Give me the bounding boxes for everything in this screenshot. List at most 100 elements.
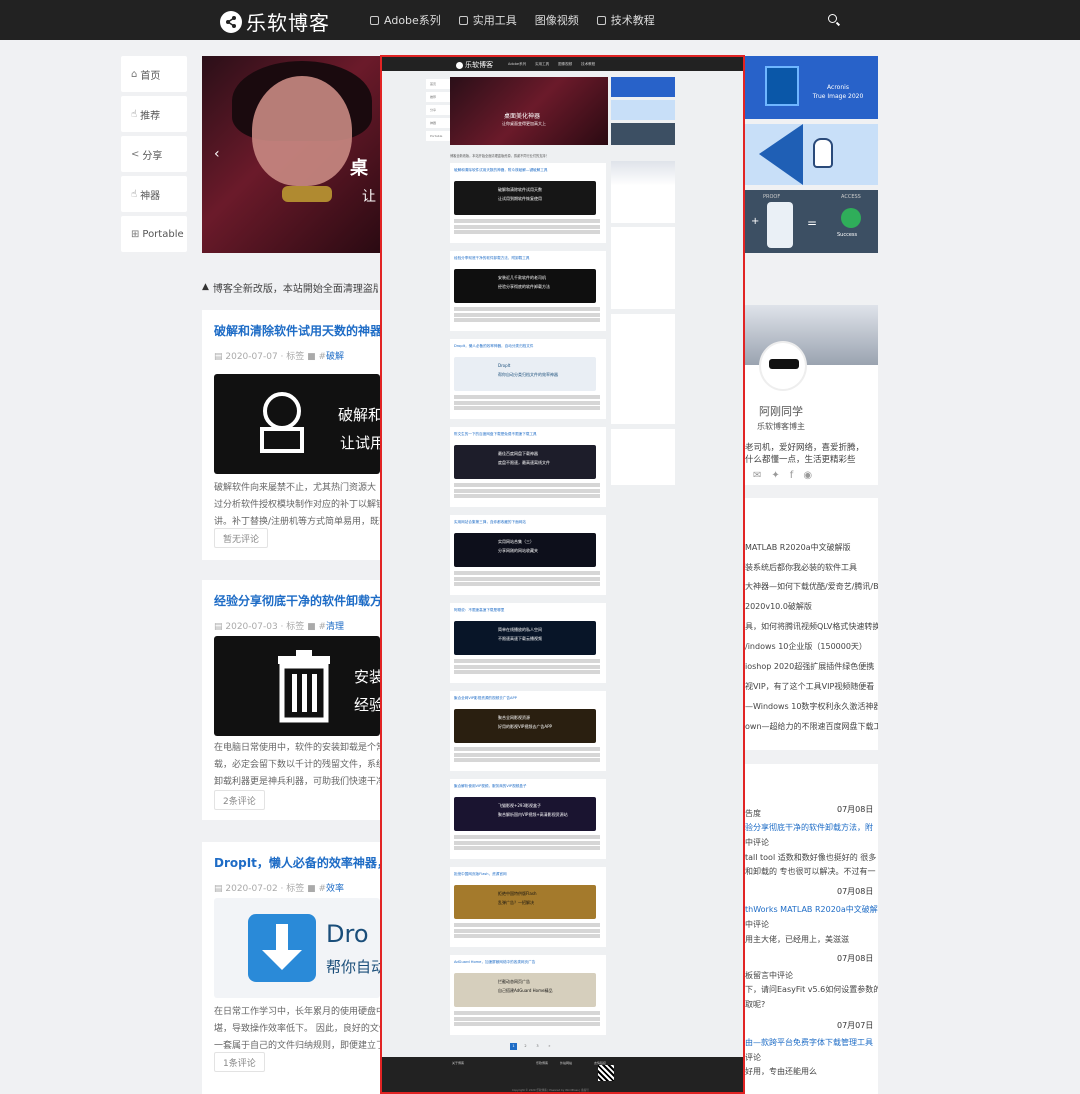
inset-profile-card [611,161,675,223]
inset-post-title: 聚合全网VIP影视资源的视频去广告APP [454,696,517,700]
post-thumbnail[interactable]: Dro 帮你自动 [214,898,380,998]
inset-promo [611,77,675,97]
comment-text: 板留言中评论 [745,971,793,980]
inset-nav-item: 技术教程 [581,62,596,66]
hero-slider[interactable]: ‹ 桌 让 [202,56,380,253]
post-thumb-caption: 破解和 [338,406,380,424]
post-thumbnail[interactable]: 安装 经验 [214,636,380,736]
post-date: 2020-07-02 [225,884,278,894]
highlighted-full-page-preview: 乐软博客 Adobe系列 实用工具 图像视频 技术教程 首页 推荐 分享 神器 … [380,55,745,1094]
inset-footer-heading: 关于博客 [452,1061,465,1065]
promo-title: Acronis [827,84,849,91]
comment-post-link[interactable]: 验分享彻底干净的软件卸载方法，附 [745,822,873,833]
inset-thumb-caption: 自己搭建AdGuard Home精品 [498,988,553,993]
inset-promo [611,123,675,145]
hand-pointer-icon [813,138,833,168]
inset-page-button: » [548,1044,551,1048]
inset-thumb-caption: 度盘不限速，最高速离线文件 [498,460,550,465]
adobe-icon [370,15,379,25]
nav-item-tools[interactable]: 实用工具 [458,12,517,28]
twitter-icon[interactable]: ✦ [771,470,779,481]
post-comment-count[interactable]: 2条评论 [214,790,265,810]
bell-icon: ▲ [202,282,209,292]
inset-pagination: 1 2 3 » [510,1043,553,1050]
list-item[interactable]: 具，如何将腾讯视频QLV格式快速转换 [745,621,878,632]
comment-post-link[interactable]: 由—款跨平台免费字体下载管理工具 [745,1037,873,1048]
list-item[interactable]: —Windows 10数字权利永久激活神器 [745,701,878,712]
inset-nav: Adobe系列 实用工具 图像视频 技术教程 [508,62,595,67]
promo-acronis[interactable]: Acronis True Image 2020 [745,56,878,119]
search-icon[interactable] [828,14,837,23]
menu-item-recommend[interactable]: ☝ 推荐 [121,96,187,132]
list-item[interactable]: MATLAB R2020a中文破解版 [745,542,851,553]
post-title[interactable]: DropIt，懒人必备的效率神器，自 [214,854,380,871]
post-comment-count[interactable]: 1条评论 [214,1052,265,1072]
site-logo[interactable]: 乐软博客 [220,7,330,36]
list-item[interactable]: 视VIP，有了这个工具VIP视频随便看 [745,681,874,692]
inset-post-thumb: 实用网站合集（三） 分享网刚的网站收藏夹 [454,533,596,567]
list-item[interactable]: 装系统后都你我必装的软件工具 [745,562,857,573]
profile-name: 阿刚同学 [759,405,803,418]
comment-date: 07月08日 [837,805,874,814]
post-date: 2020-07-03 [225,622,278,632]
inset-logo: 乐软博客 [456,60,493,70]
inset-menu-item: Portable [426,131,450,141]
nav-label: 图像视频 [534,14,579,27]
post-thumbnail[interactable]: 破解和 让试用 [214,374,380,474]
menu-item-tools[interactable]: ☝ 神器 [121,176,187,212]
post-tag[interactable]: 破解 [326,352,344,362]
inset-thumb-caption: 让试用到期软件恢复使用 [498,196,542,201]
facebook-icon[interactable]: f [790,470,794,481]
excerpt-line: 载，必定会留下数以千计的残留文件，系统 [214,760,380,770]
email-icon[interactable]: ✉ [753,470,761,481]
post-comment-count[interactable]: 暂无评论 [214,528,269,548]
slider-prev-icon[interactable]: ‹ [214,146,220,162]
promo-proof-access[interactable]: PROOF ACCESS + = Success [745,190,878,253]
menu-item-portable[interactable]: ⊞ Portable [121,216,187,252]
nav-item-tutorial[interactable]: 技术教程 [596,12,655,28]
post-date: 2020-07-07 [225,352,278,362]
comment-post-link[interactable]: thWorks MATLAB R2020a中文破解 [745,904,878,915]
post-title[interactable]: 经验分享彻底干净的软件卸载方法 [214,592,380,609]
avatar[interactable] [759,341,807,391]
list-item[interactable]: 2020v10.0破解版 [745,601,812,612]
nav-item-adobe[interactable]: Adobe系列 [370,12,441,28]
hero-subtitle: 让 [362,189,376,205]
list-item[interactable]: own—超给力的不限速百度网盘下载工具 [745,721,878,732]
promo-touch[interactable] [745,124,878,185]
post-title[interactable]: 破解和清除软件试用天数的神器， [214,322,380,339]
inset-promo [611,100,675,120]
inset-post: 陈文生的一下的百度网盘下载是免费不限速下载工具 最佳百度网盘下载神器 度盘不限速，… [450,427,606,507]
post-thumb-caption: Dro [326,920,369,948]
rss-icon[interactable]: ◉ [803,470,812,481]
comment-text: 和卸载的 专也很可以解决。不过有一 [745,867,876,876]
inset-footer-heading: 外站网站 [560,1061,573,1065]
inset-thumb-caption: 乱弹广告？一招解决 [498,900,534,905]
inset-tags-card [611,429,675,485]
list-item[interactable]: /indows 10企业版（150000天） [745,641,867,652]
left-menu: ⌂ 首页 ☝ 推荐 < 分享 ☝ 神器 ⊞ Portable [121,56,187,256]
inset-post-thumb: 飞猫影视+293影视盒子 聚合解析国内VIP视频+高清影视资源站 [454,797,596,831]
inset-thumb-caption: 简单在线播放的私人空间 [498,627,542,632]
nav-item-video[interactable]: 图像视频 [535,12,579,28]
list-item[interactable]: 大神器—如何下载优酷/爱奇艺/腾讯/B [745,581,878,592]
excerpt-line: 在电脑日常使用中，软件的安装卸载是个常 [214,743,380,753]
menu-item-share[interactable]: < 分享 [121,136,187,172]
post-tag[interactable]: 效率 [326,884,344,894]
inset-post: 阿刚说：不限速高速下载是哪里 简单在线播放的私人空间 不限速高速下载云播视频 [450,603,606,683]
comment-text: 好用，专由还能用么 [745,1067,817,1076]
menu-item-home[interactable]: ⌂ 首页 [121,56,187,92]
inset-left-menu: 首页 推荐 分享 神器 Portable [426,79,450,144]
list-item[interactable]: ioshop 2020超强扩展插件绿色便携 [745,661,874,672]
menu-label: Portable [142,228,184,240]
inset-nav-item: Adobe系列 [508,62,527,66]
inset-page-button: 1 [510,1043,517,1050]
post-thumb-caption: 安装 [354,668,380,686]
inset-menu-item: 分享 [426,105,450,115]
excerpt-line: 卸载利器更是神兵利器，可助我们快速干净 [214,777,380,787]
post-tag[interactable]: 清理 [326,622,344,632]
inset-thumb-caption: 聚合全网影视资源 [498,715,530,720]
comment-text: tall tool 适数和数好像也挺好的 很多 [745,853,877,862]
site-logo-text: 乐软博客 [246,11,330,35]
promo-label-left: PROOF [763,194,781,200]
